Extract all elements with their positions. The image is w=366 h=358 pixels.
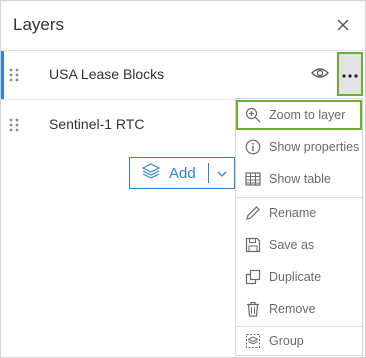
selected-indicator <box>1 51 4 99</box>
menu-item-label: Zoom to layer <box>269 108 346 122</box>
layers-icon <box>141 162 161 184</box>
chevron-down-icon <box>217 164 227 182</box>
visibility-toggle[interactable] <box>309 65 331 85</box>
layer-options-button[interactable] <box>337 52 363 96</box>
duplicate-icon <box>244 268 262 286</box>
menu-item-label: Save as <box>269 238 315 252</box>
menu-item-show-table[interactable]: Show table <box>236 164 362 194</box>
close-icon <box>337 16 349 36</box>
add-layer-button[interactable]: Add <box>129 157 235 189</box>
info-icon <box>244 138 262 156</box>
layer-item[interactable]: USA Lease Blocks <box>1 51 365 100</box>
menu-item-zoom-to-layer[interactable]: Zoom to layer <box>236 100 362 130</box>
layer-context-menu: Zoom to layer Show properties Show table <box>235 98 363 356</box>
menu-item-label: Show properties <box>269 140 360 154</box>
save-icon <box>244 236 262 254</box>
add-main-button[interactable]: Add <box>130 158 208 188</box>
menu-item-duplicate[interactable]: Duplicate <box>236 262 362 292</box>
table-icon <box>244 170 262 188</box>
panel-header: Layers <box>1 1 365 51</box>
add-label: Add <box>169 164 196 182</box>
pencil-icon <box>244 204 262 222</box>
add-dropdown-toggle[interactable] <box>209 158 234 188</box>
panel-title: Layers <box>13 15 65 34</box>
close-button[interactable] <box>331 14 355 38</box>
menu-item-label: Show table <box>269 172 331 186</box>
group-icon <box>244 332 262 350</box>
menu-item-label: Duplicate <box>269 270 322 284</box>
layer-name: Sentinel-1 RTC <box>49 116 145 132</box>
menu-item-rename[interactable]: Rename <box>236 198 362 228</box>
zoom-in-icon <box>244 106 262 124</box>
menu-item-save-as[interactable]: Save as <box>236 230 362 260</box>
drag-handle-icon[interactable] <box>8 117 20 133</box>
menu-item-label: Rename <box>269 206 317 220</box>
menu-item-show-properties[interactable]: Show properties <box>236 132 362 162</box>
drag-handle-icon[interactable] <box>8 67 20 83</box>
eye-icon <box>311 66 329 84</box>
menu-item-remove[interactable]: Remove <box>236 294 362 324</box>
more-horizontal-icon <box>342 65 358 83</box>
trash-icon <box>244 300 262 318</box>
menu-item-label: Remove <box>269 302 316 316</box>
menu-item-label: Group <box>269 334 304 348</box>
layer-name: USA Lease Blocks <box>49 66 165 82</box>
menu-item-group[interactable]: Group <box>236 326 362 356</box>
